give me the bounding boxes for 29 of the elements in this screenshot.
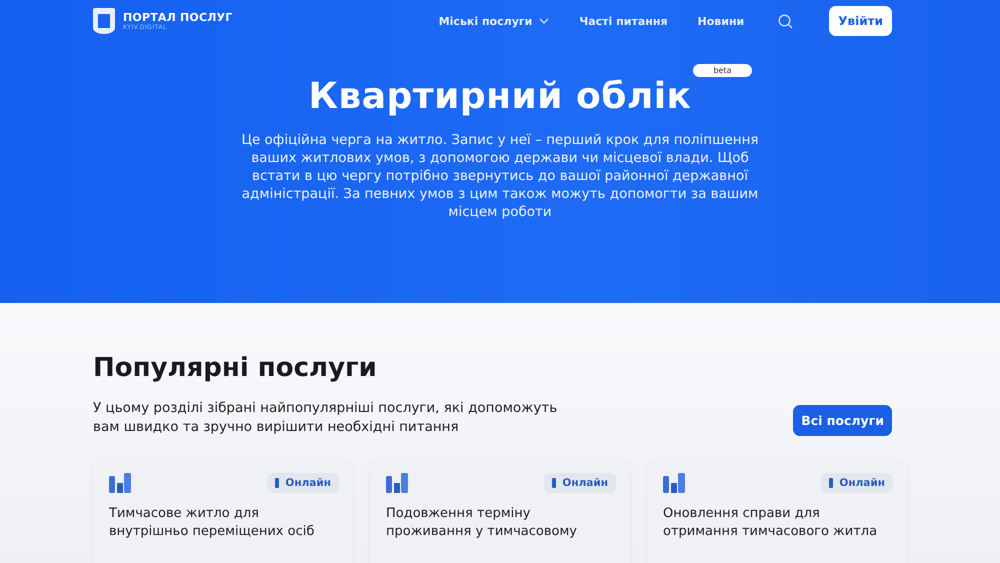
logo-title[interactable]: ПОРТАЛ ПОСЛУГ [123,11,232,24]
buildings-icon [663,473,685,493]
beta-badge: beta [693,64,752,77]
login-button[interactable]: Увійти [829,6,892,36]
online-tag: Онлайн [544,473,616,493]
buildings-icon [386,473,408,493]
service-card[interactable]: Онлайн Подовження терміну проживання у тимчасовому [370,459,630,563]
service-card[interactable]: Онлайн Тимчасове житло для внутрішньо переміщених осіб [93,459,353,563]
all-services-button[interactable]: Всі послуги [793,405,892,436]
buildings-icon [109,473,131,493]
nav-dropdown[interactable]: Міські послуги [438,14,550,28]
nav-link[interactable]: Часті питання [579,14,668,28]
card-title: Тимчасове житло для внутрішньо переміщених осіб [109,505,316,541]
card-title: Оновлення справи для отримання тимчасового житла [663,505,878,541]
phone-icon [275,478,280,488]
phone-icon [552,478,556,488]
page-description: Це офіційна черга на житло. Запис у неї – перший крок для поліпшення ваших житлових умов, з допомогою держави чи місцевої влади. Щоб встати в цю чергу потрібно звернутись до вашої районної державної адміністрації. За певних умов з цим також можуть допомогти за вашим місцем роботи [240,131,760,221]
online-tag: Онлайн [267,473,339,493]
page-title: Квартирний облік [308,76,692,117]
phone-icon [829,478,834,488]
section-description: У цьому розділі зібрані найпопулярніші послуги, які допоможуть вам швидко та зручно вирішити необхідні питання [93,399,558,437]
section-title: Популярні послуги [93,353,378,383]
nav-link[interactable]: Новини [698,14,744,28]
logo-icon [93,8,115,34]
service-card[interactable]: Онлайн Оновлення справи для отримання тимчасового житла [647,459,907,563]
online-tag: Онлайн [821,473,893,493]
chevron-down-icon [539,18,550,24]
card-title: Подовження терміну проживання у тимчасовому [386,505,578,541]
search-icon[interactable] [778,14,794,28]
